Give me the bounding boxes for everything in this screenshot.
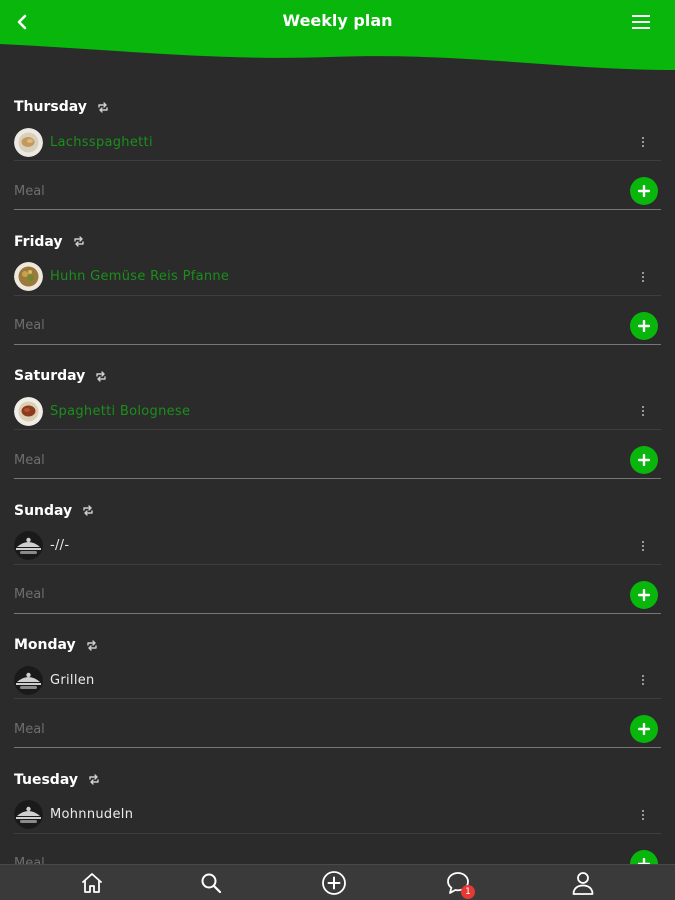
meal-row[interactable]: Lachsspaghetti xyxy=(14,124,661,161)
add-circle-icon xyxy=(322,871,346,895)
meal-name: Mohnnudeln xyxy=(50,807,134,822)
profile-icon xyxy=(572,872,594,895)
add-meal-button[interactable] xyxy=(630,715,658,743)
dish-photo xyxy=(14,127,43,157)
repeat-icon[interactable] xyxy=(86,639,98,651)
meal-row[interactable]: Spaghetti Bolognese xyxy=(14,393,661,430)
day-header: Saturday xyxy=(14,367,107,385)
home-icon xyxy=(82,873,102,893)
notification-badge: 1 xyxy=(461,885,475,899)
meal-input-row xyxy=(14,172,661,210)
nav-profile[interactable] xyxy=(568,869,598,897)
meal-input[interactable] xyxy=(14,718,594,740)
day-section: Saturday Spaghetti Bolognese xyxy=(0,357,675,492)
placeholder-plate-icon xyxy=(14,800,43,829)
add-meal-button[interactable] xyxy=(630,580,658,609)
day-name: Tuesday xyxy=(14,771,78,788)
meal-input-row xyxy=(14,307,661,345)
nav-search[interactable] xyxy=(196,869,226,897)
repeat-icon[interactable] xyxy=(88,774,100,785)
meal-input[interactable] xyxy=(14,314,594,337)
meal-row[interactable]: Grillen xyxy=(14,662,661,699)
weekly-plan-list[interactable]: Thursday Lachsspaghetti Friday xyxy=(0,88,675,864)
day-name: Thursday xyxy=(14,99,87,115)
day-header: Monday xyxy=(14,636,98,654)
meal-input-row xyxy=(14,441,661,479)
placeholder-plate-icon xyxy=(14,531,43,560)
more-options-icon[interactable] xyxy=(637,133,649,151)
meal-name-link[interactable]: Spaghetti Bolognese xyxy=(50,404,190,419)
bottom-navigation: 1 xyxy=(0,864,675,900)
day-name: Monday xyxy=(14,637,76,653)
add-meal-button[interactable] xyxy=(630,446,658,474)
dish-photo xyxy=(14,262,43,291)
more-options-icon[interactable] xyxy=(637,537,649,555)
meal-row[interactable]: Mohnnudeln xyxy=(14,797,661,834)
more-options-icon[interactable] xyxy=(637,671,649,689)
meal-input[interactable] xyxy=(14,852,594,864)
day-header: Thursday xyxy=(14,98,109,116)
more-options-icon[interactable] xyxy=(637,268,649,286)
day-name: Friday xyxy=(14,233,63,250)
nav-chat[interactable]: 1 xyxy=(443,869,475,899)
meal-input-row xyxy=(14,845,661,864)
day-name: Saturday xyxy=(14,368,86,384)
day-header: Sunday xyxy=(14,502,94,520)
nav-add[interactable] xyxy=(319,869,349,897)
meal-name: Grillen xyxy=(50,672,95,688)
meal-name-link[interactable]: Lachsspaghetti xyxy=(50,135,153,150)
meal-input[interactable] xyxy=(14,583,594,606)
day-header: Friday xyxy=(14,233,85,251)
add-meal-button[interactable] xyxy=(630,311,658,340)
meal-input-row xyxy=(14,710,661,748)
app-header: Weekly plan xyxy=(0,0,675,75)
plus-icon xyxy=(638,319,650,332)
meal-input-row xyxy=(14,576,661,614)
plus-icon xyxy=(638,185,650,197)
meal-input[interactable] xyxy=(14,180,594,202)
day-name: Sunday xyxy=(14,502,73,519)
add-meal-button[interactable] xyxy=(630,849,658,864)
repeat-icon[interactable] xyxy=(73,236,85,247)
repeat-icon[interactable] xyxy=(82,505,94,516)
meal-row[interactable]: -//- xyxy=(14,528,661,565)
search-icon xyxy=(201,873,222,894)
hamburger-menu-icon xyxy=(632,15,650,29)
meal-input[interactable] xyxy=(14,449,594,471)
day-section: Friday Huhn Gemüse Reis Pfanne xyxy=(0,223,675,358)
day-section: Tuesday Mohnnudeln xyxy=(0,761,675,864)
page-title: Weekly plan xyxy=(282,11,393,30)
day-section: Monday Grillen xyxy=(0,626,675,761)
plus-icon xyxy=(638,454,650,466)
menu-button[interactable] xyxy=(623,6,659,38)
more-options-icon[interactable] xyxy=(637,402,649,420)
meal-name: -//- xyxy=(50,538,70,553)
meal-row[interactable]: Huhn Gemüse Reis Pfanne xyxy=(14,259,661,296)
meal-name-link[interactable]: Huhn Gemüse Reis Pfanne xyxy=(50,269,229,284)
add-meal-button[interactable] xyxy=(630,177,658,205)
nav-home[interactable] xyxy=(77,869,107,897)
day-header: Tuesday xyxy=(14,771,100,789)
day-section: Sunday -//- xyxy=(0,492,675,627)
plus-icon xyxy=(638,588,650,601)
repeat-icon[interactable] xyxy=(95,370,107,382)
repeat-icon[interactable] xyxy=(97,101,109,113)
day-section: Thursday Lachsspaghetti xyxy=(0,88,675,223)
more-options-icon[interactable] xyxy=(637,806,649,824)
plus-icon xyxy=(638,723,650,735)
dish-photo xyxy=(14,396,43,426)
placeholder-plate-icon xyxy=(14,665,43,695)
